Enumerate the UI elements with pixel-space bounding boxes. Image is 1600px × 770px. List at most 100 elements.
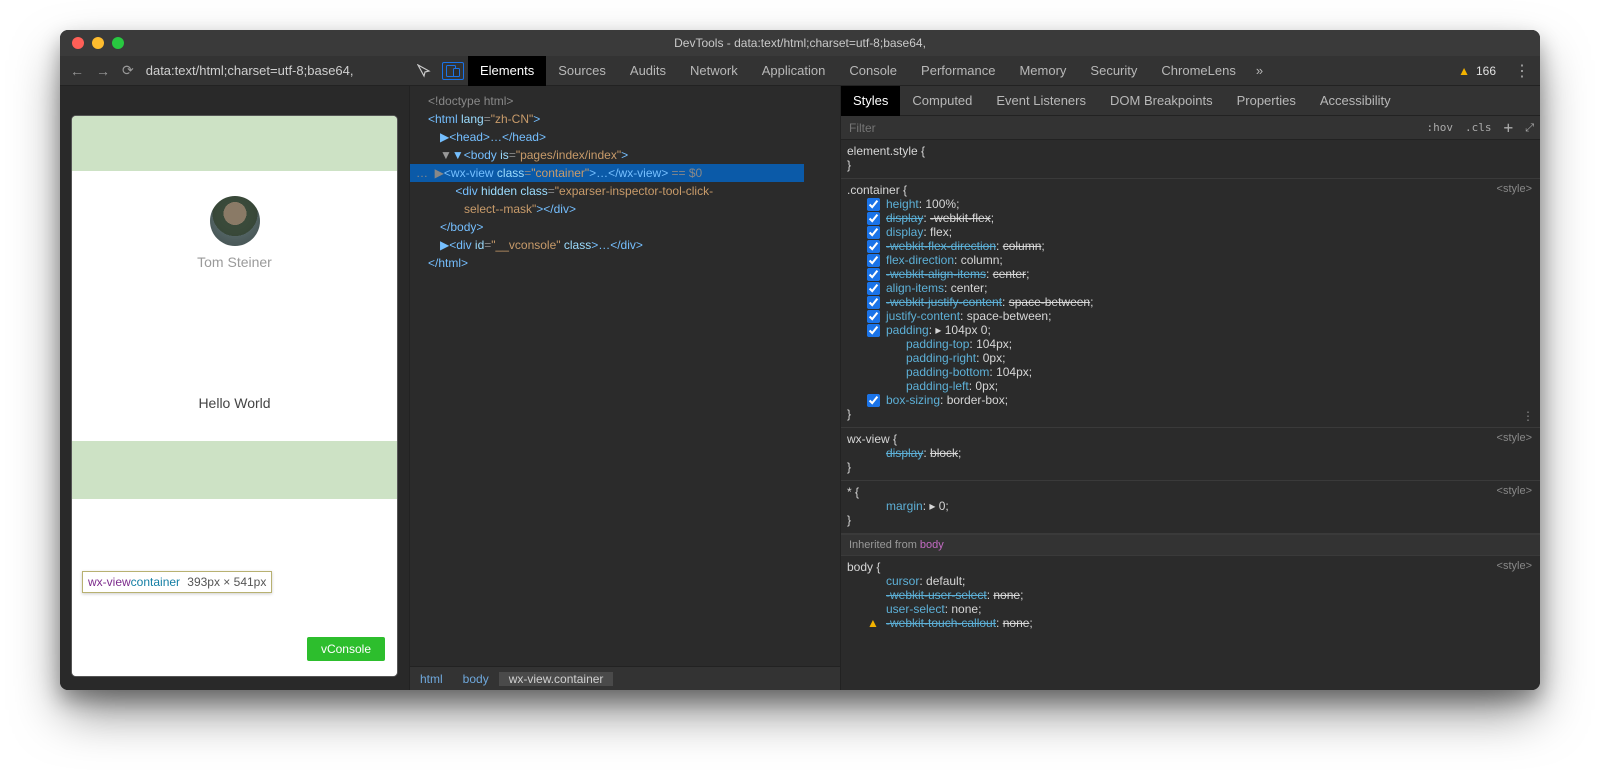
rule-body: <style> body { cursor: default;-webkit-u… [841,556,1540,636]
inherited-from-header: Inherited from body [841,534,1540,556]
close-icon[interactable] [72,37,84,49]
inspect-icon[interactable] [410,64,438,78]
styles-panel: StylesComputedEvent ListenersDOM Breakpo… [840,86,1540,690]
prop-enable-checkbox[interactable] [867,198,880,211]
tab-chromelens[interactable]: ChromeLens [1149,56,1247,86]
css-prop[interactable]: display: flex; [847,225,1534,239]
mid-band [72,441,397,499]
css-prop[interactable]: padding-left: 0px; [847,379,1534,393]
rule-wx-view: <style> wx-view { display: block; } [841,428,1540,481]
device-preview-pane: Tom Steiner Hello World wx-viewcontainer… [60,86,410,690]
traffic-lights [60,37,124,49]
prop-enable-checkbox[interactable] [867,212,880,225]
subtab-properties[interactable]: Properties [1225,86,1308,116]
device-toggle-icon[interactable] [442,62,464,80]
cls-toggle[interactable]: .cls [1459,121,1498,134]
tab-console[interactable]: Console [837,56,909,86]
avatar [210,196,260,246]
crumb-wx-view-container[interactable]: wx-view.container [499,672,614,686]
rule-star: <style> * { margin: ▸ 0; } [841,481,1540,534]
crumb-html[interactable]: html [410,672,453,686]
overflow-tabs[interactable]: » [1248,63,1271,78]
css-prop[interactable]: user-select: none; [847,602,1534,616]
nav-area: ← → ⟳ data:text/html;charset=utf-8;base6… [60,56,410,85]
css-prop[interactable]: -webkit-justify-content: space-between; [847,295,1534,309]
crumb-body[interactable]: body [453,672,499,686]
tab-performance[interactable]: Performance [909,56,1007,86]
rule-element-style: element.style { } [841,140,1540,179]
css-prop[interactable]: ▲-webkit-touch-callout: none; [847,616,1534,630]
css-prop[interactable]: -webkit-align-items: center; [847,267,1534,281]
prop-enable-checkbox[interactable] [867,226,880,239]
hov-toggle[interactable]: :hov [1421,121,1460,134]
settings-menu[interactable]: ⋮ [1504,61,1540,81]
warning-count: 166 [1476,64,1496,78]
css-prop[interactable]: display: block; [847,446,1534,460]
vconsole-button[interactable]: vConsole [307,637,385,661]
header-band [72,116,397,171]
subtab-event-listeners[interactable]: Event Listeners [984,86,1098,116]
url-field[interactable]: data:text/html;charset=utf-8;base64, [146,63,354,78]
minimize-icon[interactable] [92,37,104,49]
prop-enable-checkbox[interactable] [867,254,880,267]
tab-sources[interactable]: Sources [546,56,618,86]
styles-subtab-strip: StylesComputedEvent ListenersDOM Breakpo… [841,86,1540,116]
css-prop[interactable]: justify-content: space-between; [847,309,1534,323]
device-frame: Tom Steiner Hello World wx-viewcontainer… [72,116,397,676]
prop-enable-checkbox[interactable] [867,268,880,281]
rules-list[interactable]: element.style { } <style> .container { h… [841,140,1540,690]
add-rule-button[interactable]: + [1498,118,1520,137]
reload-icon[interactable]: ⟳ [122,62,134,79]
css-prop[interactable]: align-items: center; [847,281,1534,295]
prop-enable-checkbox[interactable] [867,310,880,323]
window-title: DevTools - data:text/html;charset=utf-8;… [674,36,926,50]
expand-icon[interactable]: ⤢ [1519,121,1540,135]
warning-icon: ▲ [1458,64,1470,78]
breadcrumb: htmlbodywx-view.container [410,666,840,690]
tab-strip: ElementsSourcesAuditsNetworkApplicationC… [410,56,1540,85]
tab-audits[interactable]: Audits [618,56,678,86]
css-prop[interactable]: box-sizing: border-box; [847,393,1534,407]
elements-panel: <!doctype html> <html lang="zh-CN"> ▶<he… [410,86,840,690]
css-prop[interactable]: -webkit-user-select: none; [847,588,1534,602]
dom-tree[interactable]: <!doctype html> <html lang="zh-CN"> ▶<he… [410,86,840,666]
css-prop[interactable]: padding: ▸ 104px 0; [847,323,1534,337]
prop-enable-checkbox[interactable] [867,240,880,253]
tab-elements[interactable]: Elements [468,56,546,86]
prop-enable-checkbox[interactable] [867,394,880,407]
devtools-window: DevTools - data:text/html;charset=utf-8;… [60,30,1540,690]
titlebar: DevTools - data:text/html;charset=utf-8;… [60,30,1540,56]
maximize-icon[interactable] [112,37,124,49]
back-icon[interactable]: ← [70,63,84,79]
subtab-computed[interactable]: Computed [900,86,984,116]
styles-filter-bar: :hov .cls + ⤢ [841,116,1540,140]
css-prop[interactable]: padding-bottom: 104px; [847,365,1534,379]
inspect-tooltip: wx-viewcontainer 393px × 541px [82,571,272,593]
tab-application[interactable]: Application [750,56,838,86]
css-prop[interactable]: padding-top: 104px; [847,337,1534,351]
tab-security[interactable]: Security [1078,56,1149,86]
subtab-accessibility[interactable]: Accessibility [1308,86,1403,116]
prop-enable-checkbox[interactable] [867,296,880,309]
css-prop[interactable]: margin: ▸ 0; [847,499,1534,513]
tab-memory[interactable]: Memory [1007,56,1078,86]
css-prop[interactable]: height: 100%; [847,197,1534,211]
tab-network[interactable]: Network [678,56,750,86]
warnings-badge[interactable]: ▲ 166 [1458,64,1504,78]
subtab-dom-breakpoints[interactable]: DOM Breakpoints [1098,86,1225,116]
prop-enable-checkbox[interactable] [867,324,880,337]
prop-enable-checkbox[interactable] [867,282,880,295]
selected-dom-node[interactable]: … ▶<wx-view class="container">…</wx-view… [410,164,804,182]
main-toolbar: ← → ⟳ data:text/html;charset=utf-8;base6… [60,56,1540,86]
css-prop[interactable]: -webkit-flex-direction: column; [847,239,1534,253]
username-label: Tom Steiner [72,254,397,270]
css-prop[interactable]: padding-right: 0px; [847,351,1534,365]
hello-label: Hello World [72,395,397,411]
forward-icon[interactable]: → [96,63,110,79]
css-prop[interactable]: cursor: default; [847,574,1534,588]
css-prop[interactable]: flex-direction: column; [847,253,1534,267]
css-prop[interactable]: display: -webkit-flex; [847,211,1534,225]
styles-filter-input[interactable] [841,121,1421,135]
more-icon[interactable]: ⋮ [1522,409,1534,423]
subtab-styles[interactable]: Styles [841,86,900,116]
